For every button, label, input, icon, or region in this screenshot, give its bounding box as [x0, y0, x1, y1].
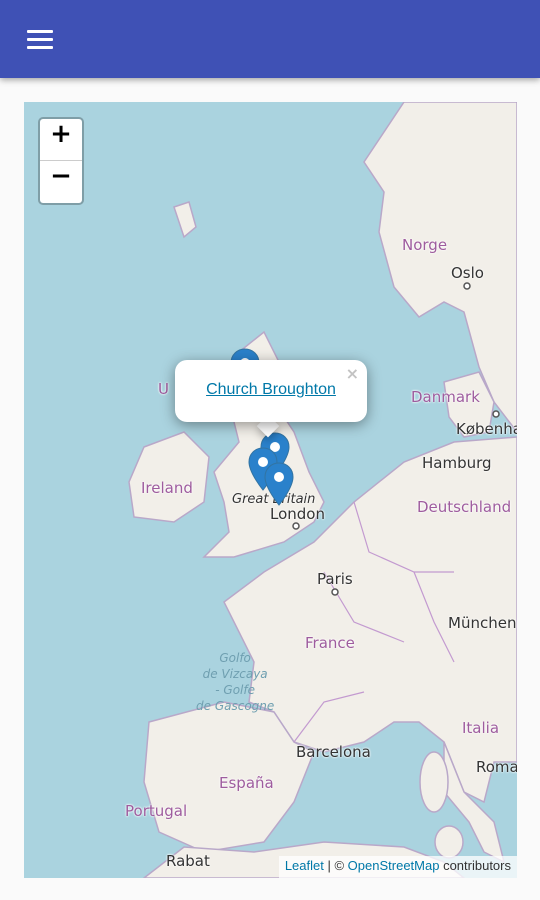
app-bar	[0, 0, 540, 78]
leaflet-link[interactable]: Leaflet	[285, 858, 324, 873]
map-attribution: Leaflet | © OpenStreetMap contributors	[278, 856, 517, 878]
label-roma: Roma	[476, 758, 517, 776]
label-oslo: Oslo	[451, 264, 484, 282]
label-munchen: München	[448, 614, 517, 632]
label-norge: Norge	[402, 236, 448, 254]
label-rabat: Rabat	[166, 852, 210, 870]
zoom-in-button[interactable]: +	[40, 119, 82, 161]
label-hamburg: Hamburg	[422, 454, 492, 472]
hamburger-menu-icon[interactable]	[20, 24, 60, 56]
label-ireland: Ireland	[141, 479, 193, 497]
openstreetmap-link[interactable]: OpenStreetMap	[348, 858, 440, 873]
label-london: London	[270, 505, 325, 523]
label-espana: España	[219, 774, 274, 792]
attribution-suffix: contributors	[439, 858, 511, 873]
label-paris: Paris	[317, 570, 353, 588]
zoom-control: + −	[38, 117, 84, 205]
label-france: France	[305, 634, 355, 652]
label-barcelona: Barcelona	[296, 743, 371, 761]
label-danmark: Danmark	[411, 388, 480, 406]
label-italia: Italia	[462, 719, 500, 737]
label-uk-partial: U	[158, 380, 169, 398]
label-deutschland: Deutschland	[417, 498, 512, 516]
label-golfo: Golfo de Vizcaya - Golfe de Gascogne	[196, 651, 275, 713]
popup-close-icon[interactable]: ×	[346, 364, 359, 383]
marker-popup: Church Broughton ×	[175, 360, 367, 422]
map-view[interactable]: + − Norge Oslo Danmark København Hamburg…	[24, 102, 517, 878]
attribution-separator: | ©	[323, 858, 348, 873]
label-portugal: Portugal	[125, 802, 188, 820]
label-kobenhavn: København	[456, 420, 517, 438]
map-marker-icon[interactable]	[264, 462, 294, 506]
zoom-out-button[interactable]: −	[40, 161, 82, 203]
popup-location-link[interactable]: Church Broughton	[175, 381, 367, 399]
